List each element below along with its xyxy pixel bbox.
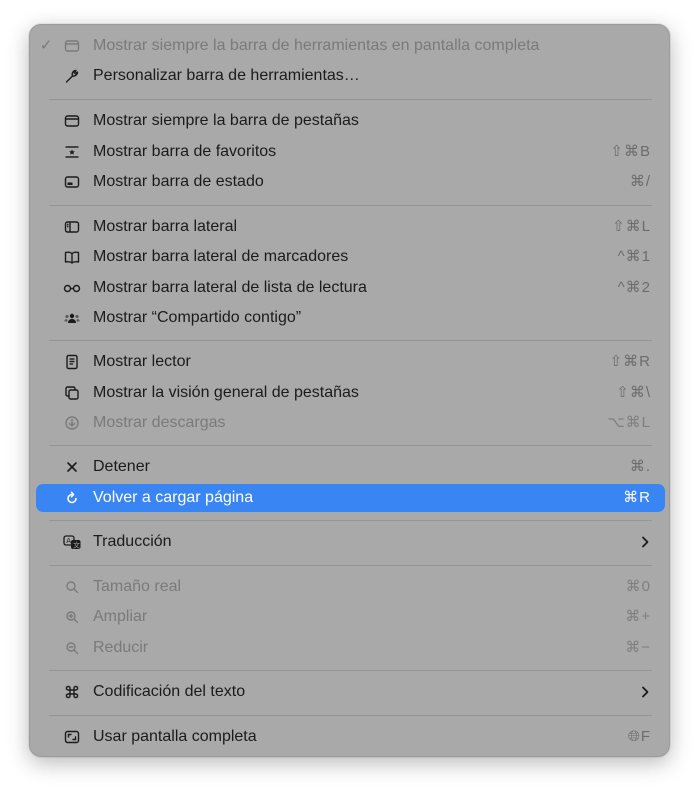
menu-item-label: Detener — [93, 458, 150, 475]
menu-item-text-encoding[interactable]: Codificación del texto — [36, 678, 665, 706]
menu-item-enter-full-screen[interactable]: Usar pantalla completa 🌐︎F — [36, 723, 665, 751]
chevron-right-icon — [638, 535, 652, 549]
keyboard-shortcut: ⇧⌘L — [612, 218, 651, 235]
fullscreen-icon — [63, 728, 81, 746]
menu-item-always-show-tab-bar[interactable]: Mostrar siempre la barra de pestañas — [36, 107, 665, 135]
svg-text:文: 文 — [73, 540, 80, 549]
reader-icon — [63, 353, 81, 371]
reload-icon — [63, 489, 81, 507]
tab-bar-icon — [63, 112, 81, 130]
keyboard-shortcut: ^⌘1 — [617, 248, 651, 265]
menu-separator — [49, 340, 652, 341]
menu-item-show-status-bar[interactable]: Mostrar barra de estado ⌘/ — [36, 168, 665, 196]
favorites-bar-icon — [63, 143, 81, 161]
keyboard-shortcut: ⌥⌘L — [607, 414, 651, 431]
menu-item-label: Mostrar la visión general de pestañas — [93, 384, 359, 401]
zoom-in-icon — [63, 608, 81, 626]
menu-separator — [49, 99, 652, 100]
people-icon — [63, 309, 81, 327]
menu-item-label: Mostrar barra de favoritos — [93, 143, 277, 160]
wrench-icon — [63, 67, 81, 85]
menu-item-show-downloads: Mostrar descargas ⌥⌘L — [36, 409, 665, 437]
view-menu: ✓ Mostrar siempre la barra de herramient… — [29, 24, 670, 757]
keyboard-shortcut: ⇧⌘\ — [616, 384, 651, 401]
menu-item-label: Mostrar descargas — [93, 414, 226, 431]
menu-separator — [49, 565, 652, 566]
menu-item-label: Codificación del texto — [93, 683, 246, 700]
menu-item-label: Volver a cargar página — [93, 489, 254, 506]
keyboard-shortcut: ^⌘2 — [617, 279, 651, 296]
menu-item-label: Mostrar barra de estado — [93, 173, 264, 190]
menu-item-label: Mostrar barra lateral de lista de lectur… — [93, 279, 367, 296]
menu-item-label: Traducción — [93, 533, 172, 550]
keyboard-shortcut: ⇧⌘R — [609, 353, 651, 370]
menu-item-show-sidebar[interactable]: Mostrar barra lateral ⇧⌘L — [36, 213, 665, 241]
menu-item-label: Mostrar siempre la barra de pestañas — [93, 112, 359, 129]
menu-item-label: Reducir — [93, 639, 149, 656]
menu-separator — [49, 670, 652, 671]
status-bar-icon — [63, 173, 81, 191]
menu-item-label: Mostrar barra lateral — [93, 218, 238, 235]
toolbar-icon — [63, 37, 81, 55]
menu-item-label: Mostrar barra lateral de marcadores — [93, 248, 349, 265]
keyboard-shortcut: ⌘+ — [625, 608, 651, 625]
tab-overview-icon — [63, 384, 81, 402]
keyboard-shortcut: 🌐︎F — [627, 728, 651, 745]
download-icon — [63, 414, 81, 432]
svg-text:A: A — [66, 537, 71, 545]
menu-separator — [49, 205, 652, 206]
menu-item-zoom-in: Ampliar ⌘+ — [36, 603, 665, 631]
menu-item-always-show-toolbar-fullscreen: ✓ Mostrar siempre la barra de herramient… — [36, 32, 665, 60]
keyboard-shortcut: ⌘/ — [629, 173, 651, 190]
menu-item-show-bookmarks-sidebar[interactable]: Mostrar barra lateral de marcadores ^⌘1 — [36, 243, 665, 271]
menu-item-show-shared-with-you[interactable]: Mostrar “Compartido contigo” — [36, 304, 665, 332]
book-icon — [63, 248, 81, 266]
menu-item-reload-page[interactable]: Volver a cargar página ⌘R — [36, 484, 665, 512]
close-icon — [63, 458, 81, 476]
menu-item-translation[interactable]: A文 Traducción — [36, 528, 665, 556]
keyboard-shortcut: ⌘R — [623, 489, 651, 506]
menu-separator — [49, 445, 652, 446]
checkmark-icon: ✓ — [39, 37, 53, 54]
menu-item-show-reader[interactable]: Mostrar lector ⇧⌘R — [36, 348, 665, 376]
menu-item-label: Usar pantalla completa — [93, 728, 257, 745]
menu-item-label: Ampliar — [93, 608, 148, 625]
command-icon — [63, 683, 81, 701]
translate-icon: A文 — [63, 533, 81, 551]
chevron-right-icon — [638, 685, 652, 699]
zoom-out-icon — [63, 639, 81, 657]
keyboard-shortcut: ⌘− — [625, 639, 651, 656]
sidebar-icon — [63, 218, 81, 236]
menu-item-actual-size: Tamaño real ⌘0 — [36, 573, 665, 601]
glasses-icon — [63, 279, 81, 297]
menu-item-show-reading-list-sidebar[interactable]: Mostrar barra lateral de lista de lectur… — [36, 274, 665, 302]
menu-item-label: Mostrar lector — [93, 353, 191, 370]
keyboard-shortcut: ⇧⌘B — [610, 143, 651, 160]
zoom-icon — [63, 578, 81, 596]
menu-item-customize-toolbar[interactable]: Personalizar barra de herramientas… — [36, 62, 665, 90]
menu-item-show-favorites-bar[interactable]: Mostrar barra de favoritos ⇧⌘B — [36, 138, 665, 166]
keyboard-shortcut: ⌘. — [629, 458, 651, 475]
menu-item-label: Mostrar siempre la barra de herramientas… — [93, 37, 540, 54]
menu-item-show-tab-overview[interactable]: Mostrar la visión general de pestañas ⇧⌘… — [36, 379, 665, 407]
menu-item-label: Mostrar “Compartido contigo” — [93, 309, 302, 326]
menu-item-label: Personalizar barra de herramientas… — [93, 67, 360, 84]
menu-separator — [49, 520, 652, 521]
keyboard-shortcut: ⌘0 — [625, 578, 651, 595]
menu-separator — [49, 715, 652, 716]
menu-item-label: Tamaño real — [93, 578, 182, 595]
menu-item-stop[interactable]: Detener ⌘. — [36, 453, 665, 481]
menu-item-zoom-out: Reducir ⌘− — [36, 634, 665, 662]
